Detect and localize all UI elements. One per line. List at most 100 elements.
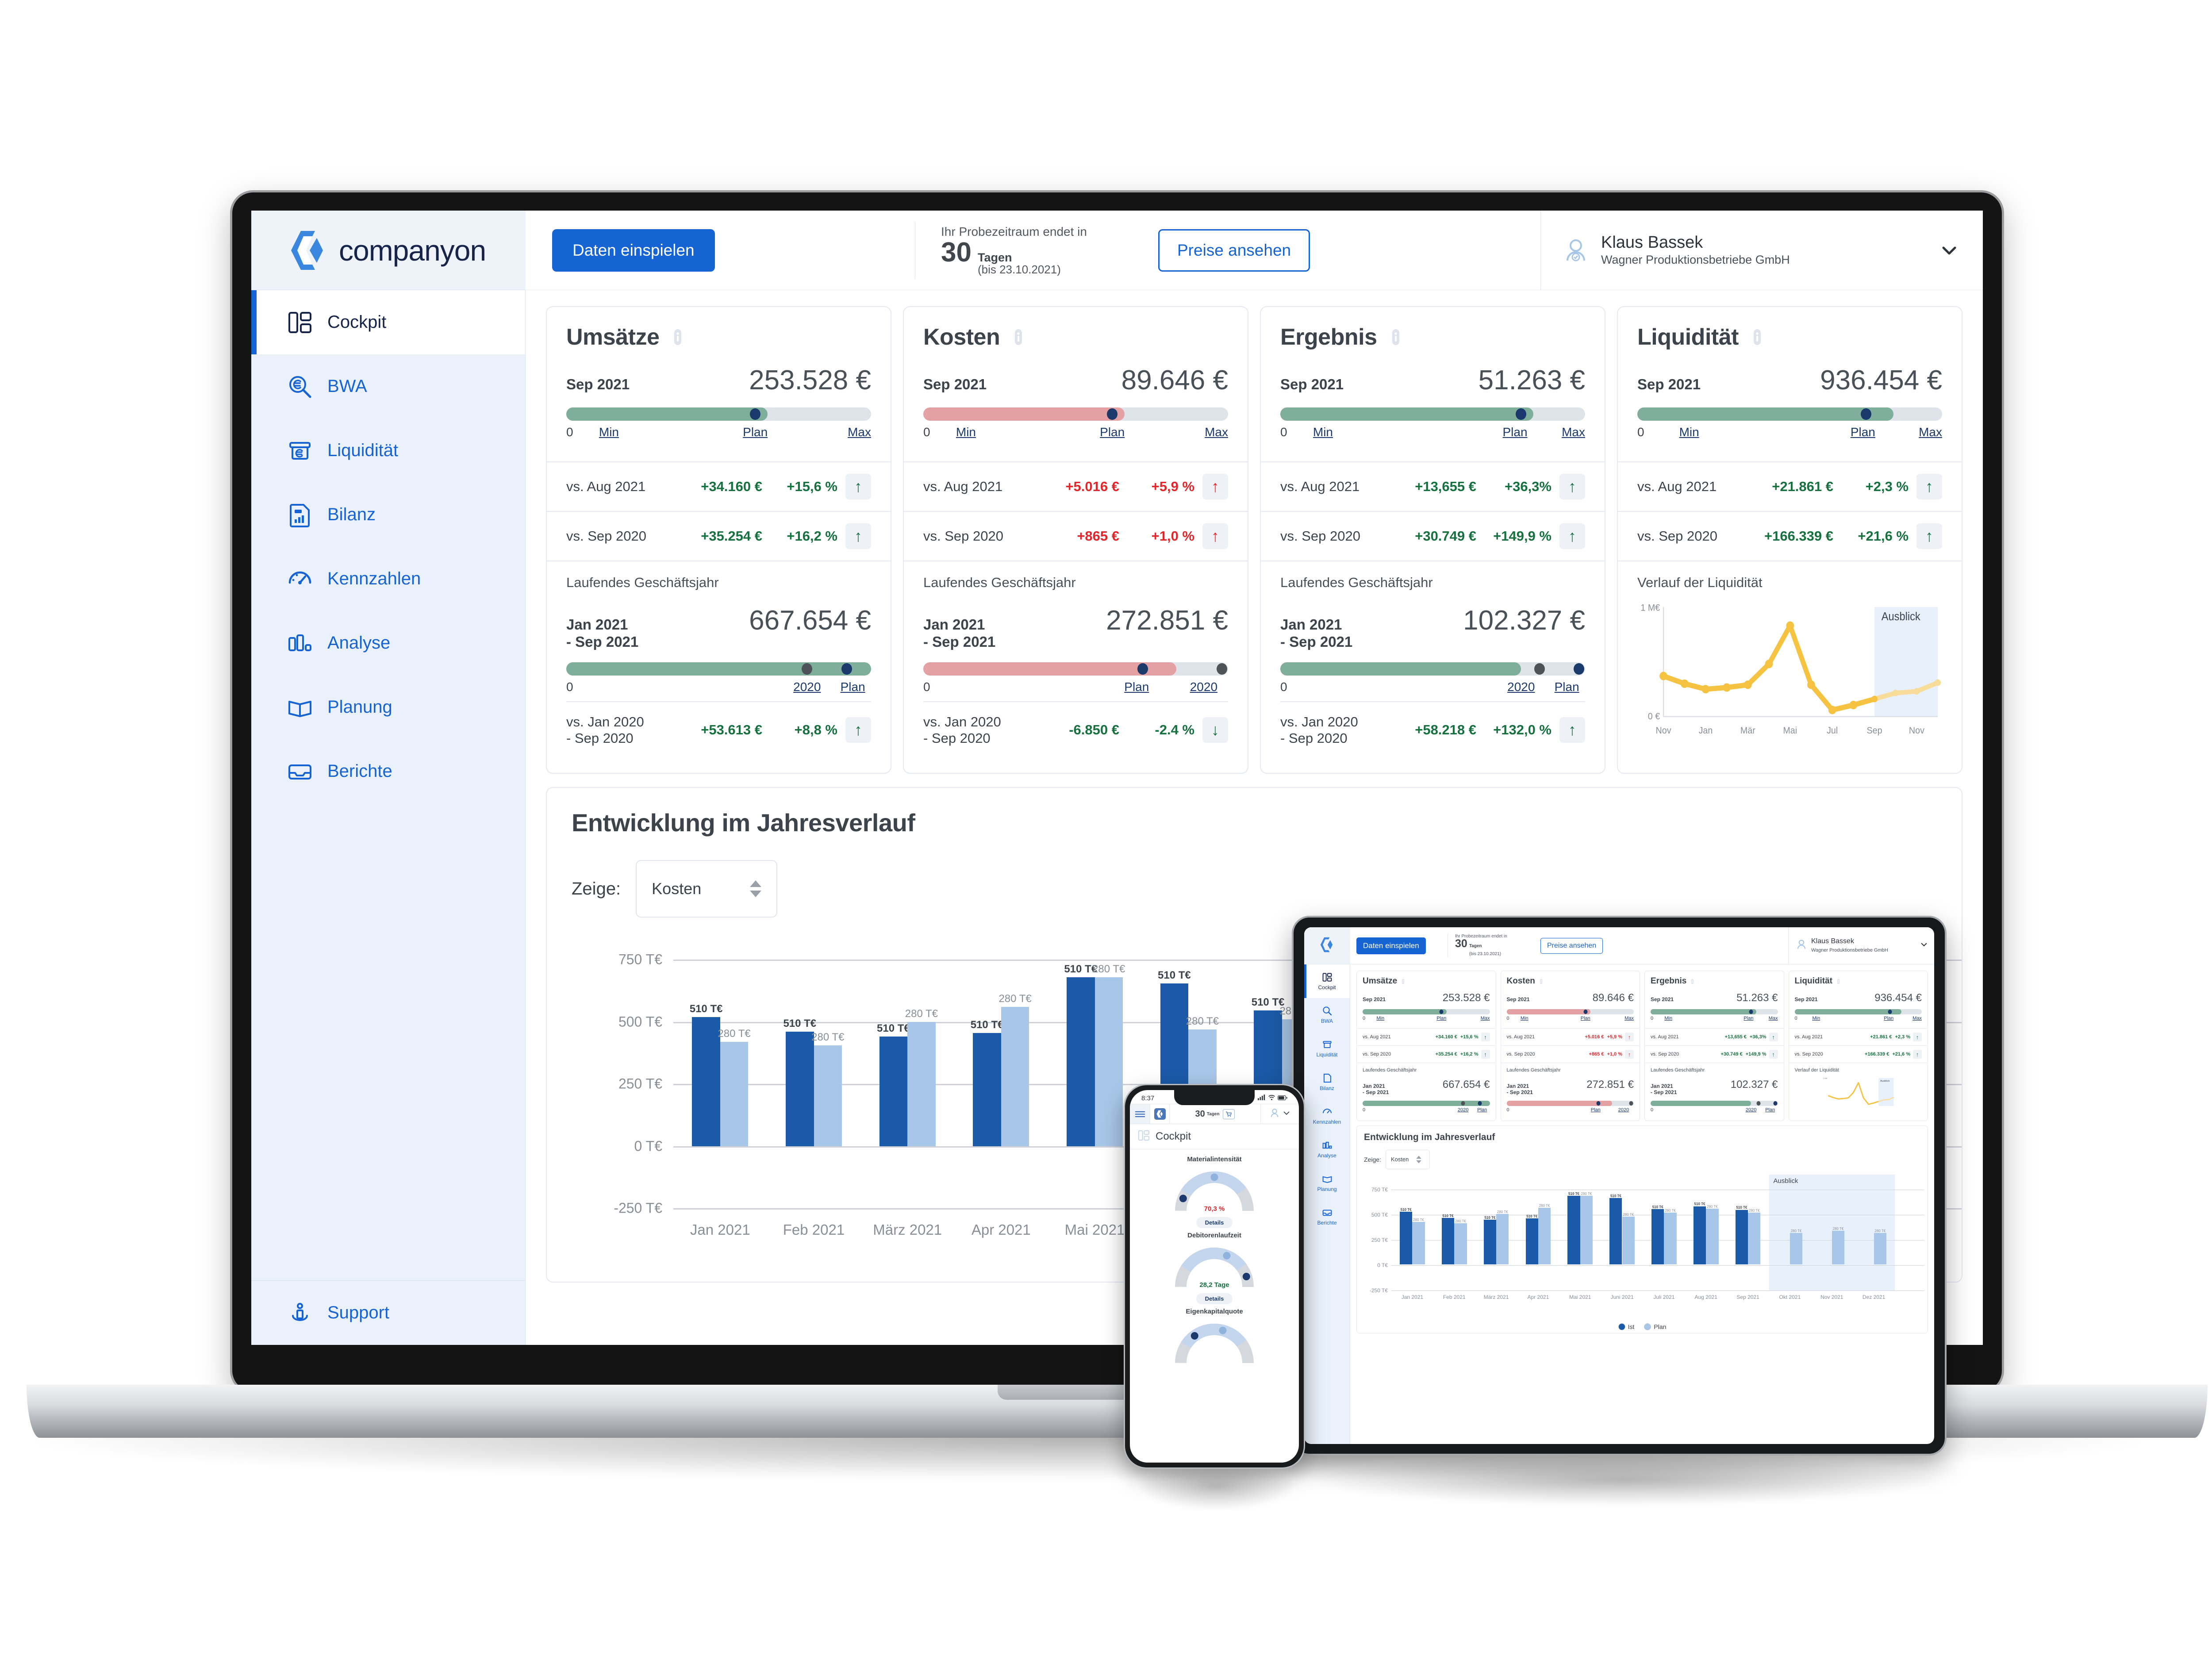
chart-metric-select[interactable]: Kosten <box>636 860 778 918</box>
tablet-bar-scale-label[interactable]: 2020 <box>1458 1107 1468 1113</box>
sidebar-item-bilanz[interactable]: Bilanz <box>251 483 525 547</box>
tablet-bar-scale-label[interactable]: Max <box>1481 1016 1490 1021</box>
sidebar-item-planung[interactable]: Planung <box>251 675 525 739</box>
document-chart-icon <box>288 503 312 527</box>
info-icon[interactable] <box>1836 979 1841 984</box>
chevron-down-icon[interactable] <box>1283 1109 1290 1119</box>
tablet-chart-x-tick-label: Juli 2021 <box>1653 1294 1675 1300</box>
stepper-arrows-icon[interactable] <box>1416 1156 1421 1164</box>
tablet-sidebar-item-analyse[interactable]: Analyse <box>1304 1133 1350 1166</box>
tablet-sidebar-item-liquiditat[interactable]: Liquidität <box>1304 1032 1350 1065</box>
tablet-sidebar-item-bwa[interactable]: BWA <box>1304 998 1350 1032</box>
stepper-arrows-icon[interactable] <box>750 880 762 898</box>
tablet-sidebar-item-berichte[interactable]: Berichte <box>1304 1200 1350 1233</box>
bar-scale-label[interactable]: Plan <box>1100 425 1125 439</box>
info-icon[interactable] <box>1387 328 1405 346</box>
info-icon[interactable] <box>1010 328 1027 346</box>
sidebar-item-kennzahlen[interactable]: Kennzahlen <box>251 547 525 611</box>
bar-scale-label[interactable]: Plan <box>1124 680 1149 694</box>
tablet-bar-scale-label[interactable]: Plan <box>1884 1016 1893 1021</box>
chevron-down-icon[interactable] <box>1939 241 1959 260</box>
sidebar-item-analyse[interactable]: Analyse <box>251 611 525 675</box>
tablet-screen: Daten einspielen Ihr Probezeitraum endet… <box>1304 927 1934 1444</box>
tablet-kpi-card: Kosten Sep 2021 89.646 € 0 Min Plan Max vs. Aug… <box>1500 971 1640 1121</box>
bar-scale-label[interactable]: Min <box>956 425 976 439</box>
bar-scale-label[interactable]: Min <box>599 425 619 439</box>
tablet-sidebar-item-label: Planung <box>1317 1186 1337 1192</box>
bar-scale-label[interactable]: Max <box>1562 425 1585 439</box>
sidebar-item-liquiditat[interactable]: Liquidität <box>251 419 525 483</box>
user-menu[interactable]: Klaus Bassek Wagner Produktionsbetriebe … <box>1540 211 1983 290</box>
bar-scale-label[interactable]: Plan <box>841 680 865 694</box>
tablet-import-data-button[interactable]: Daten einspielen <box>1356 937 1426 954</box>
info-icon[interactable] <box>1690 979 1695 984</box>
bar-scale-label[interactable]: Max <box>1919 425 1942 439</box>
tablet-kpi-comparison-label: vs. Aug 2021 <box>1506 1034 1535 1040</box>
import-data-button[interactable]: Daten einspielen <box>552 229 715 272</box>
companyon-logo-icon <box>1320 937 1334 955</box>
bar-scale-label[interactable]: Min <box>1679 425 1699 439</box>
tablet-bar-scale-label[interactable]: 2020 <box>1746 1107 1756 1113</box>
sidebar-item-support[interactable]: Support <box>251 1281 525 1345</box>
tablet-bar-scale-label[interactable]: Min <box>1521 1016 1528 1021</box>
bar-scale-label[interactable]: 2020 <box>1507 680 1535 694</box>
sidebar-item-label: Bilanz <box>327 505 376 524</box>
tablet-bar-scale-label[interactable]: Max <box>1912 1016 1922 1021</box>
bar-scale-label[interactable]: 2020 <box>1190 680 1217 694</box>
tablet-sidebar-item-cockpit[interactable]: Cockpit <box>1304 964 1350 998</box>
info-icon[interactable] <box>1400 979 1406 984</box>
bar-scale-label[interactable]: Max <box>848 425 871 439</box>
shopping-cart-icon[interactable] <box>1223 1109 1235 1119</box>
sidebar-item-label: Berichte <box>327 761 392 781</box>
tablet-bar-scale-label[interactable]: Min <box>1664 1016 1672 1021</box>
phone-user-menu[interactable] <box>1261 1104 1299 1124</box>
sidebar-item-bwa[interactable]: BWA <box>251 354 525 419</box>
bar-scale-label[interactable]: Plan <box>1502 425 1527 439</box>
hamburger-menu-icon[interactable] <box>1130 1104 1150 1124</box>
tablet-bar-scale-label[interactable]: Min <box>1813 1016 1820 1021</box>
tablet-legend-item[interactable]: Plan <box>1644 1323 1666 1330</box>
bar-scale-label[interactable]: Max <box>1205 425 1228 439</box>
tablet-bar-scale-label[interactable]: Plan <box>1743 1016 1753 1021</box>
tablet-bar-scale-label[interactable]: Plan <box>1591 1107 1601 1113</box>
info-icon[interactable] <box>1538 979 1544 984</box>
bar-scale-label[interactable]: 2020 <box>793 680 821 694</box>
tablet-bar-scale-label[interactable]: Plan <box>1581 1016 1590 1021</box>
tablet-sidebar-item-planung[interactable]: Planung <box>1304 1166 1350 1200</box>
chevron-down-icon[interactable] <box>1920 941 1928 951</box>
bar-scale-label[interactable]: Plan <box>1851 425 1875 439</box>
tablet-kpi-comparison-label: vs. Sep 2020 <box>1363 1052 1391 1057</box>
tablet-view-prices-button[interactable]: Preise ansehen <box>1540 937 1603 954</box>
tablet-bar-scale-label[interactable]: Min <box>1376 1016 1384 1021</box>
tablet-chart-bar-plan <box>1622 1217 1635 1264</box>
bar-scale-label[interactable]: Plan <box>1555 680 1579 694</box>
tablet-bar-scale-label[interactable]: Plan <box>1765 1107 1775 1113</box>
phone-details-button[interactable]: Details <box>1196 1293 1233 1304</box>
info-icon[interactable] <box>669 328 687 346</box>
tablet-legend-item[interactable]: Ist <box>1618 1323 1634 1330</box>
phone-details-button[interactable]: Details <box>1196 1217 1233 1228</box>
sidebar-item-cockpit[interactable]: Cockpit <box>251 290 525 354</box>
tablet-bar-scale-label[interactable]: Max <box>1769 1016 1778 1021</box>
info-icon[interactable] <box>1748 328 1766 346</box>
tablet-chart-bar-ist <box>1441 1217 1455 1264</box>
kpi-card: Kosten Sep 2021 89.646 € 0 Min Plan Max vs. Aug… <box>903 306 1248 774</box>
tablet-bar-scale-label[interactable]: Plan <box>1436 1016 1446 1021</box>
kpi-card-bottom: Laufendes Geschäftsjahr Jan 2021- Sep 202… <box>547 561 891 773</box>
tablet-sidebar-item-kennzahlen[interactable]: Kennzahlen <box>1304 1099 1350 1133</box>
tablet-progress-bar-fill <box>1651 1100 1751 1106</box>
sidebar-item-berichte[interactable]: Berichte <box>251 739 525 803</box>
tablet-chart-x-tick-label: Juni 2021 <box>1610 1294 1634 1300</box>
bar-scale-label[interactable]: Min <box>1313 425 1333 439</box>
tablet-chart-metric-select[interactable]: Kosten <box>1385 1149 1430 1169</box>
tablet-bar-scale-label[interactable]: 2020 <box>1618 1107 1629 1113</box>
tablet-bar-scale-label[interactable]: Max <box>1624 1016 1634 1021</box>
tablet-bar-scale-label[interactable]: Plan <box>1477 1107 1487 1113</box>
tablet-user-menu[interactable]: Klaus Bassek Wagner Produktionsbetriebe … <box>1788 927 1934 964</box>
tablet-sidebar-item-bilanz[interactable]: Bilanz <box>1304 1065 1350 1099</box>
tablet-kpi-comparison-label: vs. Sep 2020 <box>1794 1052 1823 1057</box>
view-prices-button[interactable]: Preise ansehen <box>1158 229 1310 272</box>
kpi-comparison-pct: +15,6 % <box>787 479 837 494</box>
bar-scale-label[interactable]: Plan <box>743 425 768 439</box>
tablet-chart-bar-label-plan: 280 T€ <box>1748 1209 1760 1213</box>
